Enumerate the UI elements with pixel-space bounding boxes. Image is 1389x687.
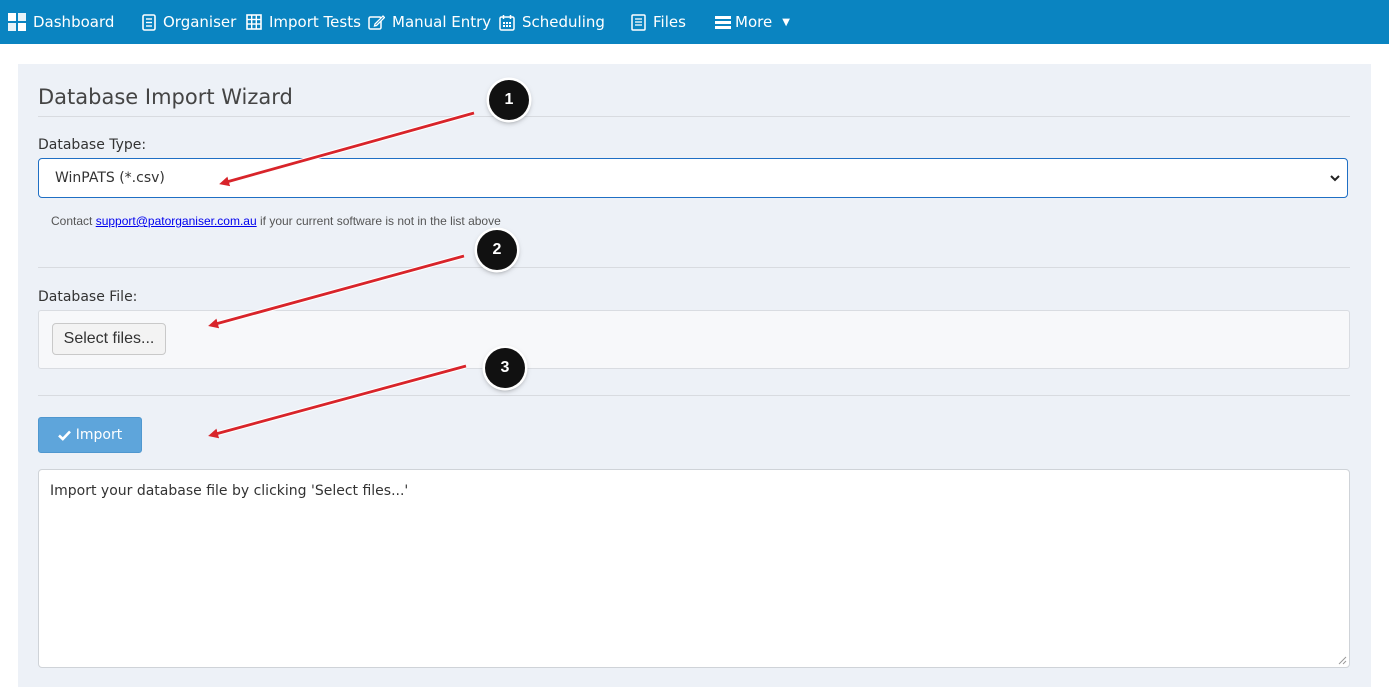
import-button[interactable]: Import <box>38 417 142 453</box>
annotation-badge-1: 1 <box>489 80 529 120</box>
nav-more-label: More <box>735 13 773 31</box>
nav-manual-entry[interactable]: Manual Entry <box>368 0 491 44</box>
import-log-text: Import your database file by clicking 'S… <box>50 483 409 499</box>
list-icon <box>715 15 731 29</box>
support-help-text: Contact support@patorganiser.com.au if y… <box>51 214 501 228</box>
help-prefix: Contact <box>51 214 93 228</box>
organiser-icon <box>142 13 156 31</box>
nav-import-tests[interactable]: Import Tests <box>246 0 361 44</box>
file-divider <box>38 395 1350 396</box>
nav-files[interactable]: Files <box>631 0 686 44</box>
top-navbar: Dashboard Organiser Import Tests Manual … <box>0 0 1389 44</box>
help-suffix: if your current software is not in the l… <box>260 214 501 228</box>
nav-dashboard-label: Dashboard <box>33 13 115 31</box>
nav-import-tests-label: Import Tests <box>269 13 361 31</box>
table-icon <box>246 14 262 30</box>
caret-down-icon: ▼ <box>782 16 790 28</box>
database-file-label: Database File: <box>38 289 138 305</box>
file-upload-zone[interactable] <box>38 310 1350 369</box>
import-button-label: Import <box>75 427 123 443</box>
nav-organiser-label: Organiser <box>163 13 237 31</box>
annotation-badge-2: 2 <box>477 230 517 270</box>
database-type-value: WinPATS (*.csv) <box>55 170 165 186</box>
type-divider <box>38 267 1350 268</box>
nav-scheduling-label: Scheduling <box>522 13 605 31</box>
import-log-textarea[interactable]: Import your database file by clicking 'S… <box>38 469 1350 668</box>
nav-more-dropdown[interactable]: More ▼ <box>715 0 790 44</box>
resize-grip-icon[interactable] <box>1338 656 1347 665</box>
select-files-button[interactable]: Select files... <box>52 323 166 355</box>
calendar-icon <box>499 14 515 31</box>
check-icon <box>57 430 71 441</box>
file-icon <box>631 13 646 31</box>
nav-manual-entry-label: Manual Entry <box>392 13 492 31</box>
title-divider <box>38 116 1350 117</box>
support-email-link[interactable]: support@patorganiser.com.au <box>96 214 257 228</box>
nav-scheduling[interactable]: Scheduling <box>499 0 605 44</box>
annotation-badge-3: 3 <box>485 348 525 388</box>
page-title: Database Import Wizard <box>38 85 293 109</box>
chevron-down-icon <box>1330 175 1340 182</box>
nav-organiser[interactable]: Organiser <box>142 0 236 44</box>
dashboard-icon <box>8 13 26 31</box>
nav-files-label: Files <box>653 13 686 31</box>
database-type-select[interactable]: WinPATS (*.csv) <box>38 158 1348 198</box>
edit-icon <box>368 15 385 30</box>
nav-dashboard[interactable]: Dashboard <box>8 0 114 44</box>
database-type-label: Database Type: <box>38 137 147 153</box>
